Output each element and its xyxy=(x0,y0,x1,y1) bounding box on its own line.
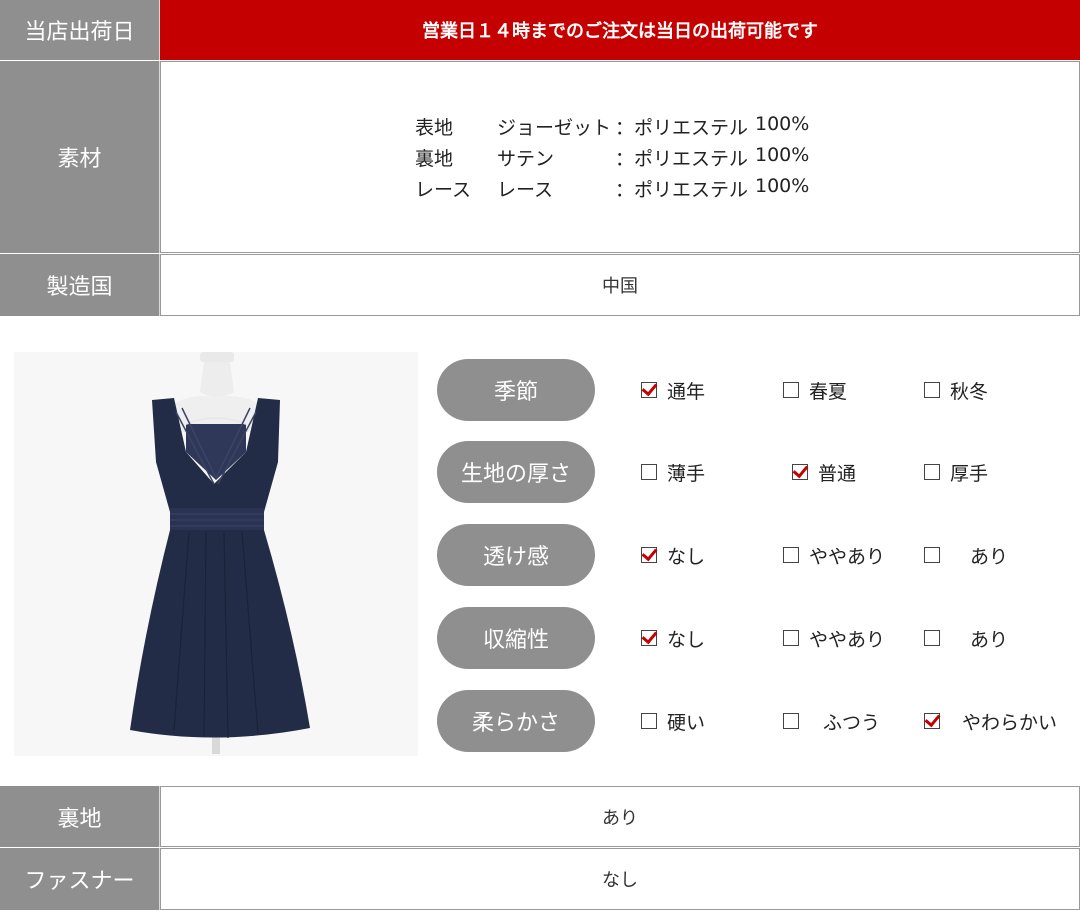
shipping-label: 当店出荷日 xyxy=(0,0,160,60)
checkbox-icon[interactable] xyxy=(783,630,799,646)
option[interactable]: なし xyxy=(641,524,705,586)
option[interactable]: 通年 xyxy=(641,359,705,421)
option[interactable]: ややあり xyxy=(783,524,885,586)
material-composition: ：ポリエステル xyxy=(615,147,749,170)
checkbox-checked-icon[interactable] xyxy=(641,630,657,646)
origin-label: 製造国 xyxy=(0,254,160,316)
checkbox-icon[interactable] xyxy=(783,547,799,563)
material-percent: 100% xyxy=(755,174,810,197)
origin-row: 製造国 中国 xyxy=(0,254,1080,316)
product-photo xyxy=(14,352,418,756)
checkbox-icon[interactable] xyxy=(783,713,799,729)
attribute-row-stretch: 収縮性 なし ややあり あり xyxy=(437,607,1077,669)
material-part: 表地 xyxy=(415,116,454,139)
zipper-label: ファスナー xyxy=(0,848,160,910)
origin-value: 中国 xyxy=(160,254,1080,316)
dress-on-mannequin-image xyxy=(130,352,310,754)
option-label: あり xyxy=(970,545,1009,568)
material-composition: ：ポリエステル xyxy=(615,178,749,201)
option-label: やわらかい xyxy=(962,711,1058,734)
attribute-label: 透け感 xyxy=(437,524,595,586)
option[interactable]: 秋冬 xyxy=(924,359,988,421)
option[interactable]: 硬い xyxy=(641,690,705,752)
material-label: 素材 xyxy=(0,61,160,253)
material-value: 表地 ジョーゼット ：ポリエステル 100% 裏地 サテン ：ポリエステル 10… xyxy=(160,61,1080,253)
option-label: 通年 xyxy=(667,380,706,403)
option[interactable]: 普通 xyxy=(792,441,856,503)
attribute-row-softness: 柔らかさ 硬い ふつう やわらかい xyxy=(437,690,1077,752)
checkbox-icon[interactable] xyxy=(924,547,940,563)
material-part: レース xyxy=(415,178,472,201)
option-label: なし xyxy=(667,545,706,568)
option-label: なし xyxy=(667,628,706,651)
checkbox-checked-icon[interactable] xyxy=(792,464,808,480)
attribute-label: 柔らかさ xyxy=(437,690,595,752)
attribute-label: 収縮性 xyxy=(437,607,595,669)
shipping-row: 当店出荷日 営業日１４時までのご注文は当日の出荷可能です xyxy=(0,0,1080,60)
checkbox-icon[interactable] xyxy=(924,630,940,646)
option-label: 薄手 xyxy=(667,462,706,485)
checkbox-checked-icon[interactable] xyxy=(641,547,657,563)
option-label: ふつう xyxy=(823,711,881,734)
attribute-row-thickness: 生地の厚さ 薄手 普通 厚手 xyxy=(437,441,1077,503)
option-label: 秋冬 xyxy=(950,380,989,403)
option-label: 普通 xyxy=(818,462,857,485)
shipping-notice: 営業日１４時までのご注文は当日の出荷可能です xyxy=(160,0,1080,60)
material-percent: 100% xyxy=(755,112,810,135)
option[interactable]: 春夏 xyxy=(783,359,847,421)
checkbox-checked-icon[interactable] xyxy=(924,713,940,729)
option[interactable]: あり xyxy=(924,607,1008,669)
lining-value: あり xyxy=(160,786,1080,847)
option-label: あり xyxy=(970,628,1009,651)
material-part: 裏地 xyxy=(415,147,454,170)
material-fabric: レース xyxy=(497,178,554,201)
option[interactable]: なし xyxy=(641,607,705,669)
zipper-row: ファスナー なし xyxy=(0,848,1080,910)
option-label: 硬い xyxy=(667,711,706,734)
lining-label: 裏地 xyxy=(0,786,160,847)
option-label: 厚手 xyxy=(950,462,989,485)
checkbox-icon[interactable] xyxy=(641,713,657,729)
checkbox-icon[interactable] xyxy=(924,464,940,480)
checkbox-icon[interactable] xyxy=(783,382,799,398)
checkbox-icon[interactable] xyxy=(924,382,940,398)
material-row: 素材 表地 ジョーゼット ：ポリエステル 100% 裏地 サテン ：ポリエステル… xyxy=(0,61,1080,253)
option[interactable]: ふつう xyxy=(783,690,880,752)
option[interactable]: やわらかい xyxy=(924,690,1057,752)
attribute-row-season: 季節 通年 春夏 秋冬 xyxy=(437,359,1077,421)
option[interactable]: 薄手 xyxy=(641,441,705,503)
lining-row: 裏地 あり xyxy=(0,786,1080,847)
option-label: ややあり xyxy=(809,628,886,651)
attribute-row-transparency: 透け感 なし ややあり あり xyxy=(437,524,1077,586)
attribute-label: 生地の厚さ xyxy=(437,441,595,503)
option-label: 春夏 xyxy=(809,380,848,403)
material-fabric: サテン xyxy=(497,147,555,170)
option-label: ややあり xyxy=(809,545,886,568)
checkbox-icon[interactable] xyxy=(641,464,657,480)
checkbox-checked-icon[interactable] xyxy=(641,382,657,398)
attribute-label: 季節 xyxy=(437,359,595,421)
material-fabric: ジョーゼット xyxy=(497,116,612,139)
zipper-value: なし xyxy=(160,848,1080,910)
material-list: 表地 ジョーゼット ：ポリエステル 100% 裏地 サテン ：ポリエステル 10… xyxy=(415,113,825,202)
material-composition: ：ポリエステル xyxy=(615,116,749,139)
option[interactable]: あり xyxy=(924,524,1008,586)
option[interactable]: 厚手 xyxy=(924,441,988,503)
option[interactable]: ややあり xyxy=(783,607,885,669)
material-percent: 100% xyxy=(755,143,810,166)
